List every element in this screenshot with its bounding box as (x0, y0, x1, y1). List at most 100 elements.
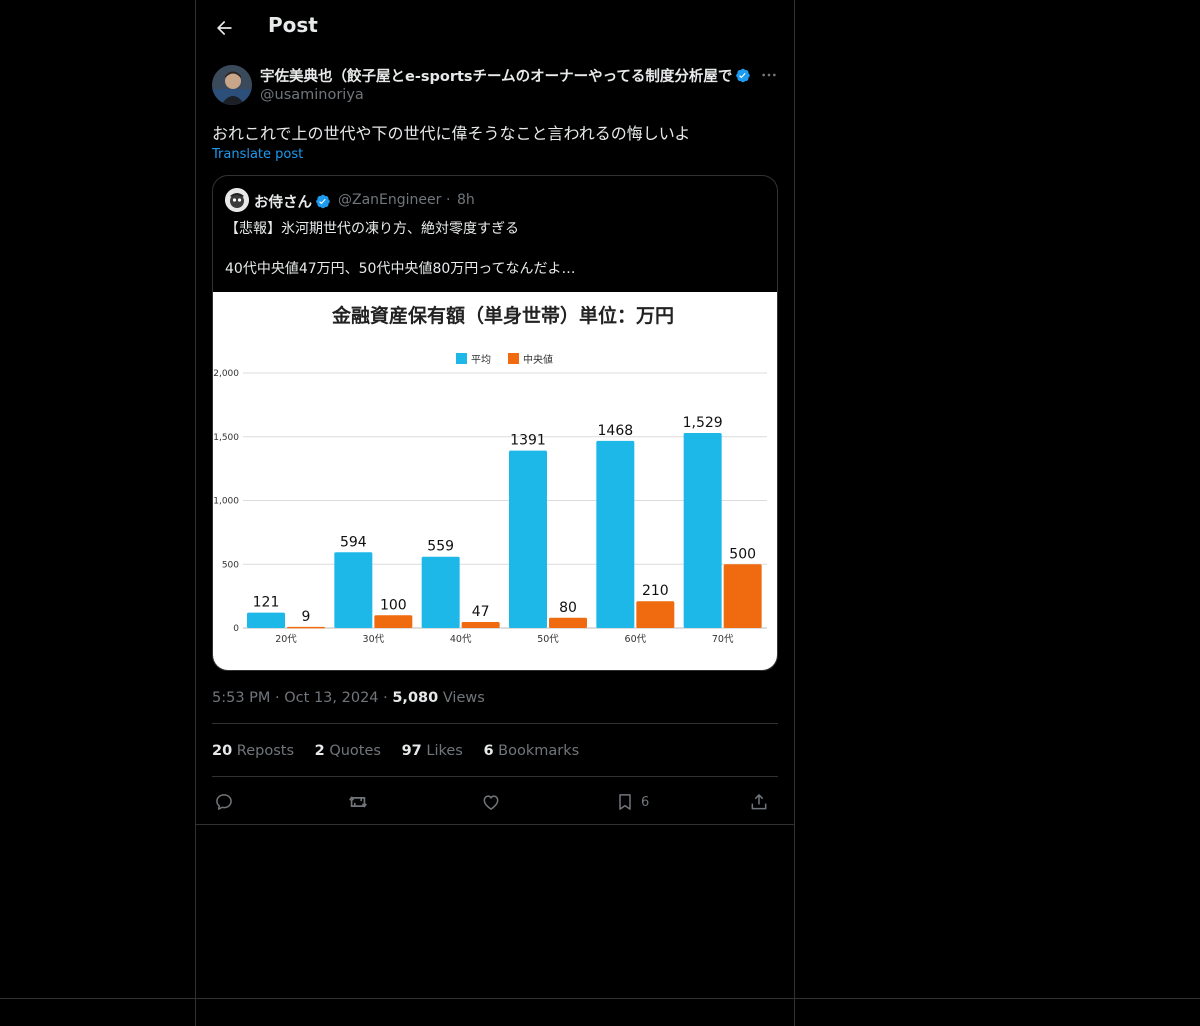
bar-chart: 金融資産保有額（単身世帯）単位：万円 平均 中央値 0 500 1,000 1,500 2… (213, 304, 767, 645)
x-tick-label: 40代 (450, 634, 472, 645)
verified-badge-icon (736, 68, 751, 83)
bar (374, 615, 413, 628)
likes-count: 97 (401, 743, 422, 759)
bar (683, 433, 722, 628)
data-label: 121 (253, 595, 280, 611)
share-icon (751, 794, 767, 810)
y-tick-label: 2,000 (213, 369, 239, 379)
bar (596, 440, 635, 628)
data-label: 80 (559, 600, 577, 616)
main-column: Post 宇佐美典也（餃子屋とe-sportsチームのオーナーやってる制度分析屋… (195, 0, 795, 1026)
quote-text-line: 【悲報】氷河期世代の凍り方、絶対零度すぎる (225, 221, 519, 237)
bookmark-button[interactable]: 6 (615, 788, 649, 816)
page-title: Post (268, 13, 318, 37)
more-options-button[interactable] (758, 64, 780, 86)
bar (287, 626, 325, 629)
likes-stat[interactable]: 97 Likes (402, 743, 463, 759)
avatar-image (225, 188, 249, 212)
x-tick-label: 20代 (275, 634, 297, 645)
bar (334, 552, 373, 628)
quote-separator: · (446, 192, 451, 208)
data-label: 1,529 (683, 415, 723, 431)
bar (247, 612, 285, 628)
post-stats: 20 Reposts 2 Quotes 97 Likes 6 Bookmarks (212, 743, 595, 759)
bar (549, 617, 587, 628)
bar (509, 450, 547, 628)
data-label: 9 (302, 609, 311, 625)
author-handle[interactable]: @usaminoriya (260, 87, 364, 103)
x-tick-label: 60代 (625, 634, 647, 645)
views-count: 5,080 (392, 690, 439, 706)
x-axis: 20代 30代 40代 50代 60代 70代 (275, 634, 734, 645)
avatar-image (212, 65, 252, 105)
data-label: 594 (340, 534, 367, 550)
x-tick-label: 70代 (712, 634, 734, 645)
bar (723, 564, 762, 628)
bar (461, 622, 500, 628)
meta-separator: · (383, 690, 388, 706)
quote-author-name-text: お侍さん (254, 195, 312, 211)
legend-swatch (508, 353, 519, 364)
y-tick-label: 500 (222, 560, 239, 570)
bookmarks-label: Bookmarks (498, 743, 580, 759)
y-tick-label: 1,500 (213, 433, 239, 443)
likes-label: Likes (426, 743, 463, 759)
y-axis: 0 500 1,000 1,500 2,000 (213, 369, 239, 634)
share-button[interactable] (749, 788, 769, 816)
meta-separator: · (275, 690, 280, 706)
author-avatar[interactable] (212, 65, 252, 105)
quotes-stat[interactable]: 2 Quotes (315, 743, 381, 759)
author-name[interactable]: 宇佐美典也（餃子屋とe-sportsチームのオーナーやってる制度分析屋で (260, 65, 752, 86)
legend-label: 中央値 (523, 353, 553, 366)
like-button[interactable] (481, 788, 501, 816)
bar (421, 556, 460, 628)
quote-author-avatar (225, 188, 249, 212)
post-text: おれこれで上の世代や下の世代に偉そうなこと言われるの悔しいよ (212, 124, 691, 143)
quote-author-handle: @ZanEngineer (338, 192, 442, 208)
more-dots-icon (762, 73, 776, 77)
reply-button[interactable] (214, 788, 234, 816)
views-label: Views (442, 690, 485, 706)
arrow-left-icon (217, 20, 232, 36)
x-tick-label: 50代 (537, 634, 559, 645)
quote-timestamp: 8h (457, 192, 475, 208)
data-label: 47 (472, 604, 490, 620)
divider (212, 723, 778, 724)
legend-swatch (456, 353, 467, 364)
bookmarks-stat[interactable]: 6 Bookmarks (483, 743, 579, 759)
bookmarks-count: 6 (483, 743, 494, 759)
quote-author-name: お侍さん (254, 191, 331, 212)
data-label: 1468 (598, 423, 634, 439)
author-name-text: 宇佐美典也（餃子屋とe-sportsチームのオーナーやってる制度分析屋で (260, 69, 733, 85)
divider (212, 776, 778, 777)
reply-icon (216, 794, 232, 810)
header: Post (196, 0, 794, 53)
post-time[interactable]: 5:53 PM (212, 690, 270, 706)
divider (0, 998, 1200, 999)
legend-label: 平均 (471, 354, 491, 366)
back-button[interactable] (210, 14, 238, 42)
post-meta: 5:53 PM · Oct 13, 2024 · 5,080 Views (212, 690, 485, 706)
reposts-label: Reposts (236, 743, 295, 759)
repost-icon (349, 796, 367, 808)
quoted-post[interactable]: お侍さん @ZanEngineer · 8h 【悲報】氷河期世代の凍り方、絶対零… (212, 175, 778, 671)
reposts-stat[interactable]: 20 Reposts (212, 743, 294, 759)
bookmark-count: 6 (641, 794, 650, 810)
repost-button[interactable] (347, 788, 369, 816)
action-bar: 6 (212, 788, 778, 816)
translate-post-link[interactable]: Translate post (212, 147, 303, 162)
reposts-count: 20 (212, 743, 233, 759)
post-date[interactable]: Oct 13, 2024 (284, 690, 378, 706)
chart-legend: 平均 中央値 (456, 353, 553, 366)
heart-icon (483, 795, 499, 810)
quotes-count: 2 (314, 743, 325, 759)
chart-bars: 121 9 594 100 559 47 1391 80 1468 210 1,529 500 (247, 415, 762, 629)
data-label: 500 (729, 546, 756, 562)
x-tick-label: 30代 (363, 634, 385, 645)
chart-title: 金融資産保有額（単身世帯）単位：万円 (331, 304, 674, 327)
chart-image: 金融資産保有額（単身世帯）単位：万円 平均 中央値 0 500 1,000 1,500 2… (213, 292, 777, 670)
verified-badge-icon (316, 194, 330, 209)
data-label: 100 (380, 597, 407, 613)
quote-text-line: 40代中央値47万円、50代中央値80万円ってなんだよ… (225, 261, 576, 277)
y-tick-label: 0 (233, 624, 239, 634)
